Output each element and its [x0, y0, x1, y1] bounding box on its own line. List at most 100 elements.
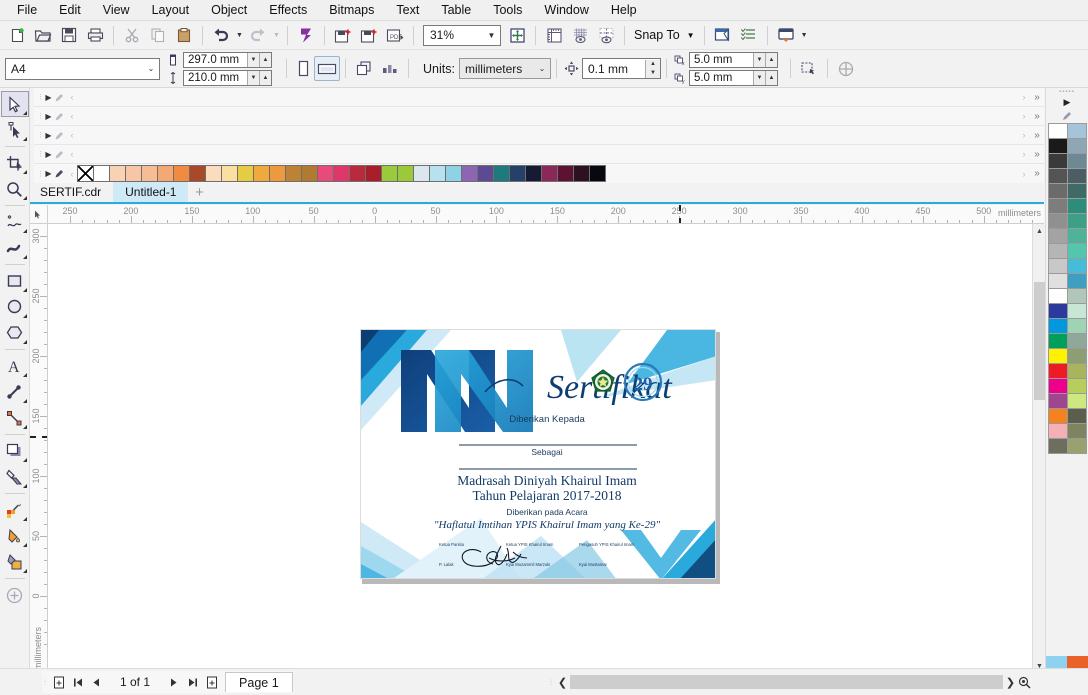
drawing-canvas[interactable]: Sertifikat 29 Diberikan Kepada — [48, 224, 1032, 673]
palette-swatch[interactable] — [189, 165, 206, 182]
docker-color-swatch[interactable] — [1066, 287, 1087, 304]
menu-object[interactable]: Object — [200, 0, 258, 20]
flyout-indicator[interactable] — [22, 543, 27, 547]
vertical-scrollbar-thumb[interactable] — [1034, 282, 1045, 400]
spin-down-icon[interactable]: ▼ — [644, 68, 660, 78]
docker-color-swatch[interactable] — [1047, 122, 1068, 139]
text-tool[interactable]: A — [1, 353, 29, 379]
ellipse-tool[interactable] — [1, 294, 29, 320]
document-tab-sertif[interactable]: SERTIF.cdr — [28, 182, 113, 202]
polygon-tool[interactable] — [1, 320, 29, 346]
docker-color-swatch[interactable] — [1047, 362, 1068, 379]
spin-down-icon[interactable]: ▼ — [247, 70, 259, 85]
add-page-before-button[interactable] — [49, 672, 68, 692]
spin-down-icon[interactable]: ▼ — [752, 52, 765, 67]
page-size-combo[interactable]: A4 ⌄ — [5, 57, 160, 80]
page-tab-page1[interactable]: Page 1 — [225, 672, 293, 692]
docker-color-swatch[interactable] — [1066, 197, 1087, 214]
palette-swatch[interactable] — [413, 165, 430, 182]
show-grid-icon[interactable] — [567, 23, 593, 48]
rectangle-tool[interactable] — [1, 268, 29, 294]
palette-scroll-right-icon[interactable]: › — [1018, 149, 1030, 159]
straight-line-connector-tool[interactable] — [1, 405, 29, 431]
flyout-indicator[interactable] — [22, 399, 27, 403]
undo-icon[interactable] — [208, 23, 234, 48]
palette-expand-all-icon[interactable]: » — [1030, 130, 1044, 141]
docker-color-swatch[interactable] — [1047, 197, 1068, 214]
palette-swatch[interactable] — [125, 165, 142, 182]
duplicate-x-spinner[interactable]: 5.0 mm ▼ ▲ — [688, 51, 778, 68]
palette-swatch[interactable] — [477, 165, 494, 182]
palette-swatch[interactable] — [365, 165, 382, 182]
docker-color-swatch[interactable] — [1047, 437, 1068, 454]
undo-dropdown-icon[interactable]: ▼ — [234, 23, 245, 48]
eyedropper-icon[interactable] — [54, 149, 67, 160]
docker-color-swatch[interactable] — [1047, 347, 1068, 364]
docker-color-swatch[interactable] — [1066, 122, 1087, 139]
palette-swatch[interactable] — [109, 165, 126, 182]
swatch-no-color[interactable] — [77, 165, 94, 182]
flyout-indicator[interactable] — [22, 340, 27, 344]
docker-color-swatch[interactable] — [1047, 227, 1068, 244]
palette-swatch[interactable] — [429, 165, 446, 182]
ruler-origin-corner[interactable] — [30, 205, 48, 224]
palette-swatch[interactable] — [557, 165, 574, 182]
palette-swatch[interactable] — [269, 165, 286, 182]
add-page-after-button[interactable] — [202, 672, 221, 692]
flyout-indicator[interactable] — [22, 288, 27, 292]
docker-color-swatch[interactable] — [1066, 347, 1087, 364]
duplicate-x-spin-buttons[interactable]: ▼ ▲ — [752, 52, 777, 67]
eyedropper-icon[interactable] — [54, 92, 67, 103]
menu-file[interactable]: File — [6, 0, 48, 20]
scroll-left-icon[interactable]: ❮ — [555, 676, 570, 689]
color-eyedropper-tool[interactable] — [1, 497, 29, 523]
export-icon[interactable] — [356, 23, 382, 48]
palette-scroll-left-icon[interactable]: ‹ — [67, 111, 77, 121]
flyout-indicator[interactable] — [22, 137, 27, 141]
full-screen-preview-icon[interactable] — [504, 23, 530, 48]
docker-color-swatch[interactable] — [1066, 152, 1087, 169]
first-page-button[interactable] — [68, 672, 87, 692]
docker-expand-icon[interactable]: ▶ — [1046, 96, 1088, 109]
palette-expand-all-icon[interactable]: » — [1030, 111, 1044, 122]
palette-expand-icon[interactable]: ▶ — [43, 169, 54, 178]
palette-swatch[interactable] — [445, 165, 462, 182]
menu-help[interactable]: Help — [600, 0, 648, 20]
paste-icon[interactable] — [171, 23, 197, 48]
palette-swatch[interactable] — [573, 165, 590, 182]
palette-scroll-left-icon[interactable]: ‹ — [67, 92, 77, 102]
flyout-indicator[interactable] — [22, 458, 27, 462]
eyedropper-icon[interactable] — [54, 130, 67, 141]
spin-up-icon[interactable]: ▲ — [764, 70, 777, 85]
scroll-right-icon[interactable]: ❯ — [1003, 676, 1018, 689]
options-icon[interactable] — [710, 23, 736, 48]
palette-row-1[interactable]: ⋮ ▶ ‹ › » — [34, 88, 1044, 107]
flyout-indicator[interactable] — [22, 170, 27, 174]
units-combo[interactable]: millimeters ⌄ — [458, 58, 551, 79]
palette-swatch[interactable] — [381, 165, 398, 182]
open-document-icon[interactable] — [30, 23, 56, 48]
palette-swatch[interactable] — [221, 165, 238, 182]
canvas-vertical-scrollbar[interactable]: ▲ ▼ — [1032, 224, 1046, 673]
docker-color-swatch[interactable] — [1066, 167, 1087, 184]
eyedropper-icon[interactable] — [54, 168, 67, 179]
new-document-tab-button[interactable]: + — [188, 182, 210, 202]
import-corel-connect-icon[interactable] — [293, 23, 319, 48]
publish-to-pdf-icon[interactable]: PDF — [382, 23, 408, 48]
docker-color-swatch[interactable] — [1066, 317, 1087, 334]
docker-color-swatch[interactable] — [1066, 437, 1087, 454]
docker-color-swatch[interactable] — [1066, 362, 1087, 379]
palette-row-2[interactable]: ⋮ ▶ ‹ › » — [34, 107, 1044, 126]
show-rulers-icon[interactable] — [541, 23, 567, 48]
flyout-indicator[interactable] — [22, 373, 27, 377]
quick-customize-button[interactable] — [1, 582, 29, 608]
palette-swatch[interactable] — [541, 165, 558, 182]
docker-color-swatch[interactable] — [1066, 377, 1087, 394]
palette-swatch[interactable] — [285, 165, 302, 182]
previous-page-button[interactable] — [87, 672, 106, 692]
menu-bitmaps[interactable]: Bitmaps — [318, 0, 385, 20]
palette-scroll-left-icon[interactable]: ‹ — [67, 149, 77, 159]
nudge-offset-spinner[interactable]: 0.1 mm ▲ ▼ — [581, 58, 661, 79]
menu-view[interactable]: View — [92, 0, 141, 20]
docker-color-swatch[interactable] — [1047, 392, 1068, 409]
